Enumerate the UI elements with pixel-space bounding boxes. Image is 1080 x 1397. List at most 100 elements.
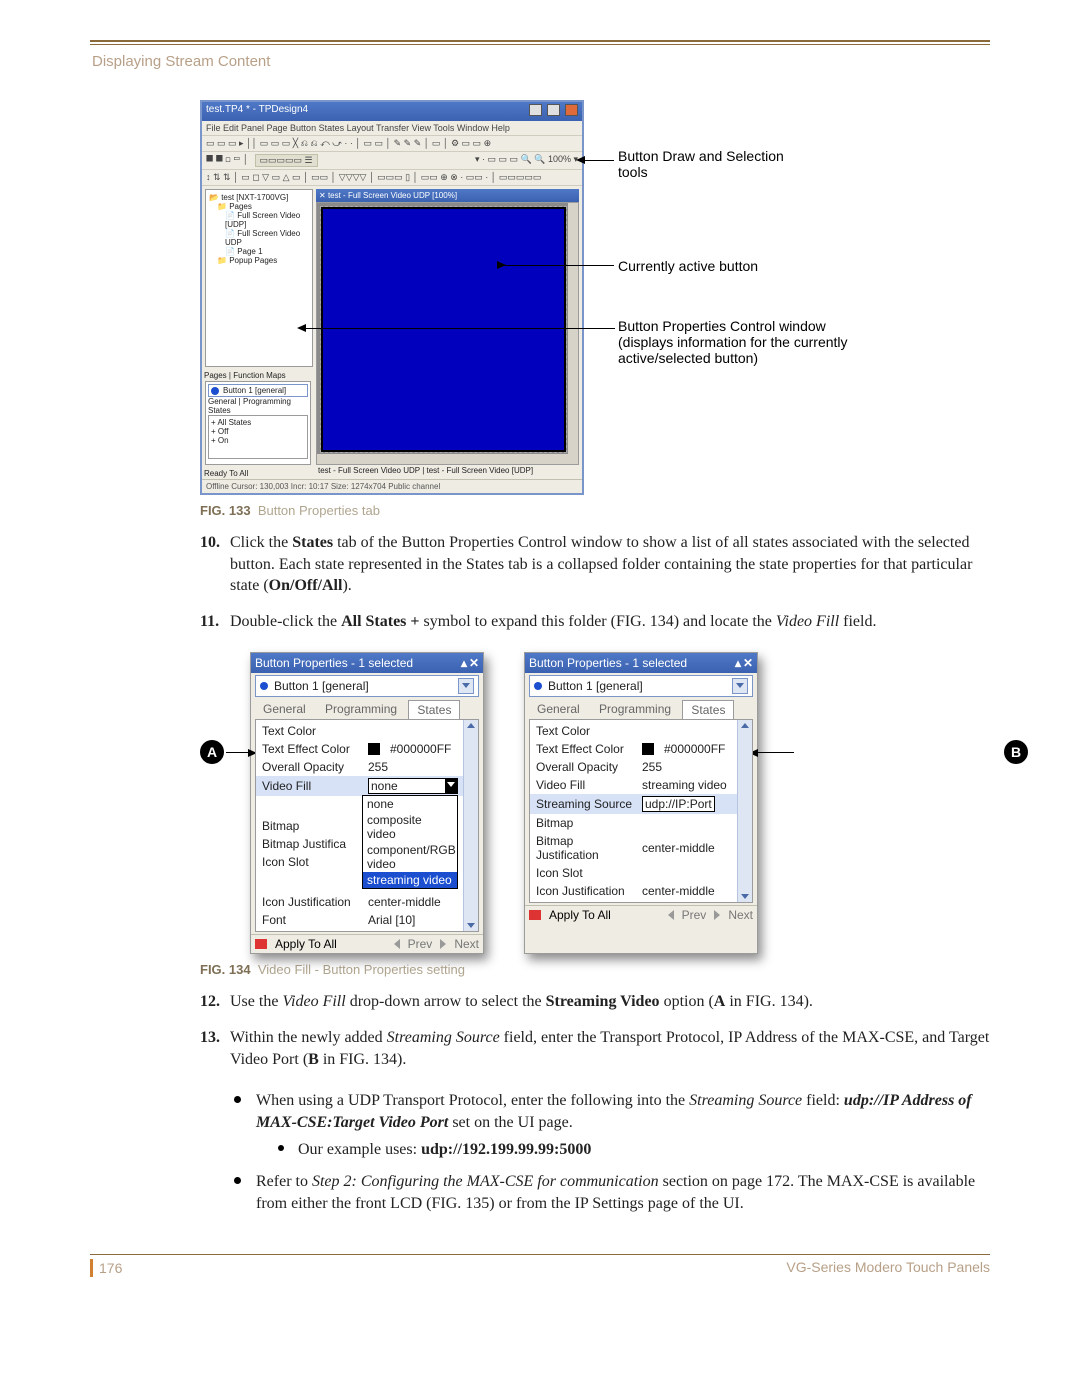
apply-to-all-button[interactable]: Apply To All [549,908,611,922]
label-bmpjust: Bitmap Justification [536,834,636,862]
chevron-down-icon[interactable] [445,779,457,793]
canvas-tabs[interactable]: test - Full Screen Video UDP | test - Fu… [316,465,579,476]
callout-tools: Button Draw and Selection tools [618,148,788,180]
tree-item[interactable]: Popup Pages [229,256,277,265]
chevron-down-icon[interactable] [458,678,474,694]
maximize-icon[interactable] [547,104,560,116]
toolbar-row-3[interactable]: ↕ ⇅ ⇅ │ ▭ ◻ ▽ ▭ △ ▭ │ ▭▭ │ ▽▽▽▽ │ ▭▭▭ ▯ … [202,170,582,186]
toolbar-row-1[interactable]: ▭ ▭ ▭ ▸ ││ ▭ ▭ ▭ ╳ ⎌ ⎌ ⤺ ⤻ · · │ ▭ ▭ │ ✎… [202,136,582,152]
apply-to-all-button[interactable]: Apply To All [275,937,337,951]
option-streaming[interactable]: streaming video [363,872,457,888]
tree-item[interactable]: Full Screen Video UDP [225,229,300,247]
props-header: Button 1 [general] [223,386,286,395]
breadcrumb: Displaying Stream Content [92,53,990,70]
canvas-title: ✕ test - Full Screen Video UDP [100%] [316,189,579,202]
workspace-tree[interactable]: 📂 test [NXT-1700VG] 📁 Pages 📄 Full Scree… [205,189,313,367]
scrollbar-horizontal[interactable] [317,454,578,464]
figure-134: A B Button Properties - 1 selected ▴✕ Bu… [200,652,990,954]
tree-item[interactable]: Full Screen Video [UDP] [225,211,300,229]
figure-134-caption: FIG. 134 Video Fill - Button Properties … [200,962,990,977]
props-tabs[interactable]: General | Programming States [208,397,308,415]
prev-button[interactable]: Prev [682,908,707,922]
window-title: test.TP4 * - TPDesign4 [206,104,308,119]
collapse-icon[interactable]: ▴ [459,656,469,666]
scrollbar-vertical[interactable] [463,720,478,931]
chevron-down-icon[interactable] [732,678,748,694]
label-opacity: Overall Opacity [262,760,362,774]
value-iconjust: center-middle [368,895,441,909]
minimize-icon[interactable] [529,104,542,116]
tree-item[interactable]: Pages [229,202,252,211]
label-textcolor: Text Color [536,724,636,738]
prev-button[interactable]: Prev [408,937,433,951]
dot-icon [260,682,268,690]
canvas-area[interactable] [316,202,579,465]
tab-programming[interactable]: Programming [591,700,679,718]
tab-general[interactable]: General [529,700,588,718]
active-button-canvas[interactable] [321,207,566,452]
option-none[interactable]: none [363,796,457,812]
step-11: 11. Double-click the All States + symbol… [200,611,990,633]
close-icon[interactable]: ✕ [469,656,479,666]
next-icon[interactable] [440,939,446,949]
toolbar-row-2[interactable]: ⯀ ⯀ ◻ ▭ │▭▭▭▭▭ ☰ ▾ · ▭ ▭ ▭ 🔍 🔍 100% ▾ [202,152,582,170]
label-opacity: Overall Opacity [536,760,636,774]
label-streaming-source: Streaming Source [536,797,636,811]
streaming-source-input[interactable]: udp://IP:Port [642,796,715,812]
label-iconjust: Icon Justification [262,895,362,909]
bp-tabs[interactable]: General Programming States [251,699,483,719]
bp-button-selector[interactable]: Button 1 [general] [255,675,479,697]
value-videofill: streaming video [642,778,727,792]
bp-tabs[interactable]: General Programming States [525,699,757,719]
label-bitmap: Bitmap [262,819,362,833]
dot-icon [534,682,542,690]
tab-general[interactable]: General [255,700,314,718]
window-titlebar: test.TP4 * - TPDesign4 [202,102,582,121]
value-iconjust: center-middle [642,884,715,898]
label-texteffect: Text Effect Color [536,742,636,756]
tree-item[interactable]: Page 1 [237,247,262,256]
callout-active-button: Currently active button [618,258,818,274]
next-button[interactable]: Next [728,908,753,922]
tree-tabs[interactable]: Pages | Function Maps [202,370,316,381]
tab-states[interactable]: States [408,700,460,720]
bullet-udp-example: Our example uses: udp://192.199.99.99:50… [278,1139,990,1161]
prev-icon[interactable] [668,910,674,920]
tab-programming[interactable]: Programming [317,700,405,718]
scrollbar-vertical[interactable] [737,720,752,902]
doc-title-footer: VG-Series Modero Touch Panels [786,1259,990,1277]
footer: 176 VG-Series Modero Touch Panels [90,1254,990,1277]
videofill-dropdown[interactable]: none [368,778,458,794]
tab-states[interactable]: States [682,700,734,720]
bp-selected-label: Button 1 [general] [274,679,369,693]
option-composite[interactable]: composite video [363,812,457,842]
apply-icon [255,939,267,949]
bp-button-selector[interactable]: Button 1 [general] [529,675,753,697]
videofill-option-list[interactable]: none composite video component/RGB video… [362,795,458,889]
button-properties-panel[interactable]: Button 1 [general] General | Programming… [205,381,311,465]
bullet-step2: Refer to Step 2: Configuring the MAX-CSE… [234,1171,990,1214]
color-swatch[interactable] [642,743,654,755]
option-component[interactable]: component/RGB video [363,842,457,872]
close-icon[interactable]: ✕ [743,656,753,666]
next-button[interactable]: Next [454,937,479,951]
label-bmpjust: Bitmap Justifica [262,837,362,851]
collapse-icon[interactable]: ▴ [733,656,743,666]
value-font: Arial [10] [368,913,415,927]
prev-icon[interactable] [394,939,400,949]
color-swatch[interactable] [368,743,380,755]
window-controls[interactable] [527,104,578,119]
page-number: 176 [99,1260,122,1276]
menu-bar[interactable]: File Edit Panel Page Button States Layou… [202,121,582,136]
bp-footer: Apply To All Prev Next [525,905,757,924]
top-rule [90,40,990,45]
bullet-udp: When using a UDP Transport Protocol, ent… [234,1090,990,1161]
scrollbar-vertical[interactable] [568,203,578,464]
label-bitmap: Bitmap [536,816,636,830]
status-bar: Offline Cursor: 130,003 Incr: 10:17 Size… [202,479,582,493]
label-videofill: Video Fill [262,779,362,793]
label-videofill: Video Fill [536,778,636,792]
badge-b: B [1004,740,1028,764]
close-icon[interactable] [565,104,578,116]
next-icon[interactable] [714,910,720,920]
